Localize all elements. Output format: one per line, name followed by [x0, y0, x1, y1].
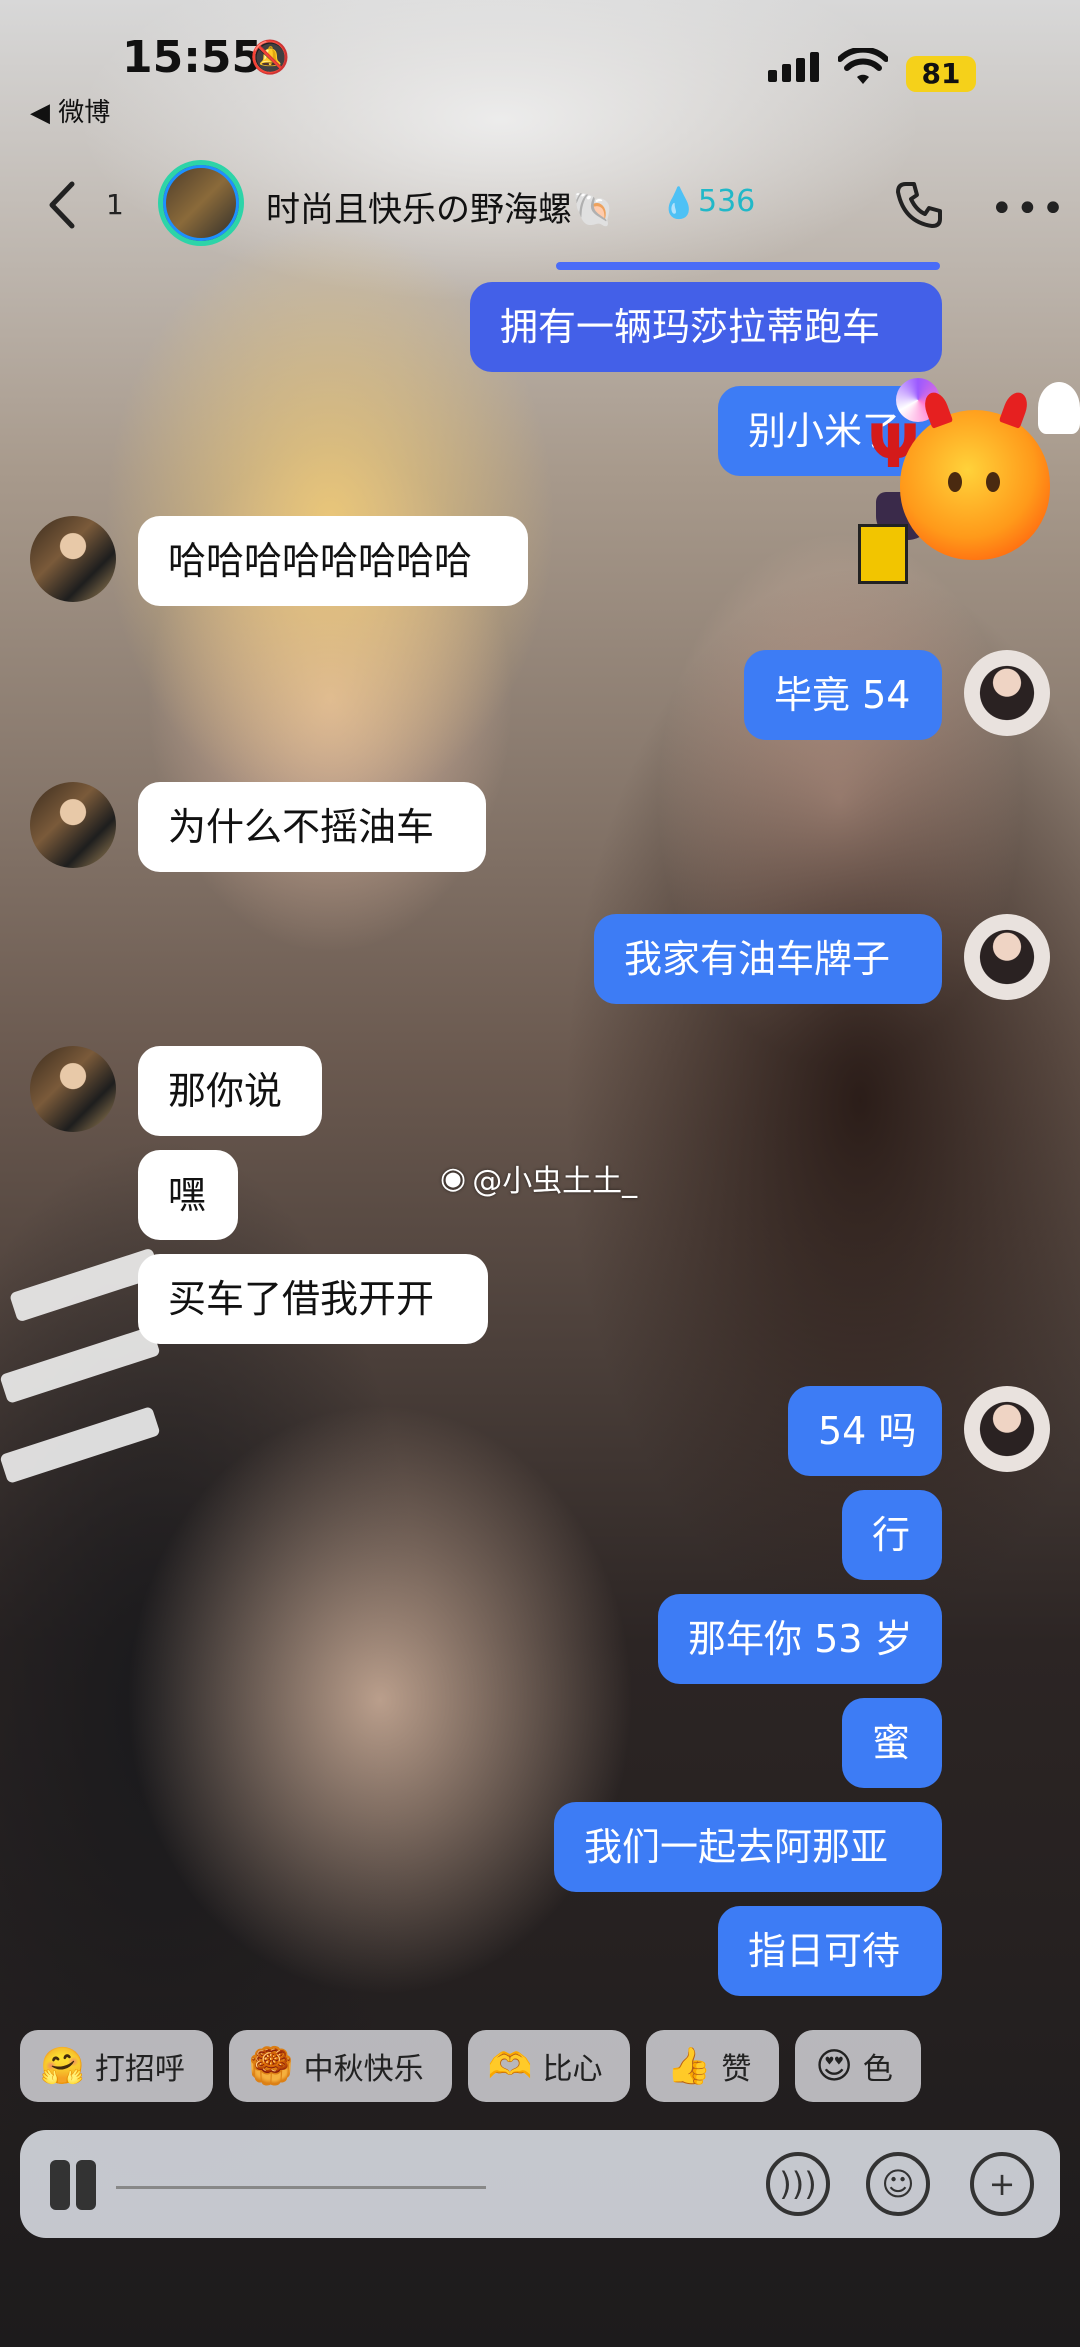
- intimacy-drop-icon: 💧: [660, 186, 698, 221]
- message-bubble-outgoing[interactable]: 拥有一辆玛莎拉蒂跑车: [470, 282, 942, 372]
- my-avatar[interactable]: [964, 650, 1050, 736]
- quick-reply-chip[interactable]: 🥮 中秋快乐: [228, 2030, 452, 2102]
- scroll-edge: [556, 262, 940, 270]
- message-bubble-outgoing[interactable]: 那年你 53 岁: [658, 1594, 942, 1684]
- message-bubble-outgoing[interactable]: 指日可待: [718, 1906, 942, 1996]
- chip-label: 打招呼: [94, 2052, 185, 2087]
- chip-label: 比心: [542, 2052, 603, 2087]
- weibo-logo-icon: ◉: [440, 1160, 467, 1196]
- message-bubble-incoming[interactable]: 嘿: [138, 1150, 238, 1240]
- message-input-bar[interactable]: ))) ☺ +: [20, 2130, 1060, 2238]
- input-track: [116, 2186, 486, 2189]
- status-time: 15:55: [122, 32, 263, 83]
- message-bubble-incoming[interactable]: 买车了借我开开: [138, 1254, 488, 1344]
- weibo-watermark: ◉ @小虫土土_: [440, 1156, 637, 1200]
- hug-emoji-icon: 🤗: [40, 2046, 85, 2087]
- quick-reply-bar: 🤗 打招呼 🥮 中秋快乐 🫶 比心 👍 赞 😍 色: [20, 2030, 921, 2102]
- message-bubble-outgoing[interactable]: 54 吗: [788, 1386, 942, 1476]
- silent-bell-icon: 🔕: [250, 38, 290, 76]
- plus-icon[interactable]: +: [970, 2152, 1034, 2216]
- message-bubble-incoming[interactable]: 那你说: [138, 1046, 322, 1136]
- mooncake-emoji-icon: 🥮: [248, 2046, 294, 2087]
- chip-label: 色: [862, 2052, 893, 2087]
- chip-label: 赞: [721, 2052, 752, 2087]
- quick-reply-chip[interactable]: 👍 赞: [646, 2030, 780, 2102]
- message-bubble-outgoing[interactable]: 我家有油车牌子: [594, 914, 942, 1004]
- message-bubble-incoming[interactable]: 哈哈哈哈哈哈哈哈: [138, 516, 528, 606]
- quick-reply-chip[interactable]: 😍 色: [795, 2030, 921, 2102]
- quick-reply-chip[interactable]: 🤗 打招呼: [20, 2030, 213, 2102]
- chip-label: 中秋快乐: [303, 2052, 424, 2087]
- sender-avatar[interactable]: [30, 516, 116, 602]
- warning-sign-sticker-icon: [858, 524, 908, 584]
- more-icon[interactable]: •••: [990, 186, 1067, 232]
- message-bubble-outgoing[interactable]: 我们一起去阿那亚: [554, 1802, 942, 1892]
- back-to-app-link[interactable]: ◀ 微博: [30, 92, 110, 129]
- unread-count: 1: [106, 188, 124, 221]
- sender-avatar[interactable]: [30, 782, 116, 868]
- phone-icon[interactable]: [892, 178, 946, 232]
- message-bubble-incoming[interactable]: 为什么不摇油车: [138, 782, 486, 872]
- heart-eyes-emoji-icon: 😍: [815, 2045, 853, 2087]
- sender-avatar[interactable]: [30, 1046, 116, 1132]
- ghost-sticker-icon: [1038, 382, 1080, 434]
- back-icon[interactable]: [42, 180, 82, 230]
- watermark-text: @小虫土土_: [472, 1164, 638, 1199]
- chat-title[interactable]: 时尚且快乐の野海螺🐚: [266, 182, 614, 231]
- signal-icon: [768, 52, 819, 82]
- heart-hands-emoji-icon: 🫶: [487, 2046, 533, 2087]
- battery-indicator: 81: [906, 56, 976, 92]
- intimacy-score: 536: [698, 184, 756, 219]
- wifi-icon: [838, 48, 888, 84]
- flame-mascot-sticker-icon: [900, 389, 1050, 560]
- voice-icon[interactable]: ))): [766, 2152, 830, 2216]
- voice-record-icon[interactable]: [50, 2160, 106, 2210]
- emoji-icon[interactable]: ☺: [866, 2152, 930, 2216]
- quick-reply-chip[interactable]: 🫶 比心: [467, 2030, 631, 2102]
- my-avatar[interactable]: [964, 1386, 1050, 1472]
- thumbs-up-emoji-icon: 👍: [666, 2046, 712, 2087]
- message-bubble-outgoing[interactable]: 蜜: [842, 1698, 942, 1788]
- contact-avatar[interactable]: [158, 160, 244, 246]
- my-avatar[interactable]: [964, 914, 1050, 1000]
- message-bubble-outgoing[interactable]: 行: [842, 1490, 942, 1580]
- message-bubble-outgoing[interactable]: 毕竟 54: [744, 650, 942, 740]
